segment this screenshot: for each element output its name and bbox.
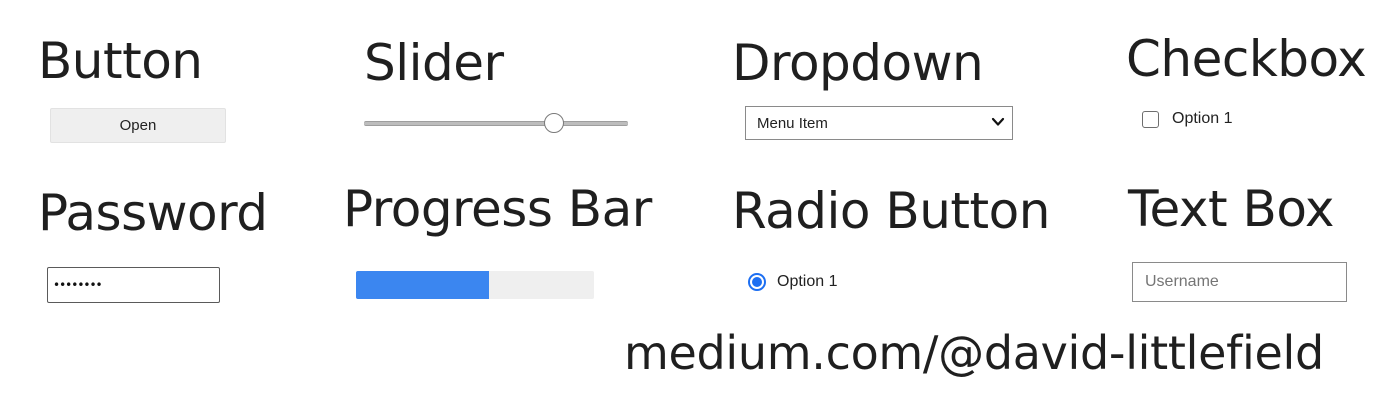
radio-button[interactable]: [748, 273, 766, 291]
radio-label: Option 1: [777, 273, 838, 290]
username-input[interactable]: Username: [1132, 262, 1347, 302]
checkbox-option[interactable]: Option 1: [1142, 110, 1232, 128]
heading-dropdown: Dropdown: [732, 34, 984, 92]
slider-thumb[interactable]: [544, 113, 565, 133]
heading-text-box: Text Box: [1128, 180, 1334, 238]
slider-track[interactable]: [364, 121, 628, 126]
watermark-url: medium.com/@david-littlefield: [624, 326, 1324, 380]
radio-selected-dot: [752, 277, 762, 287]
radio-option[interactable]: Option 1: [748, 273, 837, 291]
password-masked-value: ••••••••: [53, 278, 103, 292]
open-button[interactable]: Open: [50, 108, 226, 143]
heading-slider: Slider: [364, 34, 504, 92]
heading-button: Button: [38, 32, 203, 90]
heading-checkbox: Checkbox: [1126, 30, 1367, 88]
checkbox-label: Option 1: [1172, 110, 1233, 127]
checkbox-box[interactable]: [1142, 110, 1159, 128]
progress-bar: [356, 271, 594, 299]
password-field[interactable]: ••••••••: [47, 267, 220, 303]
dropdown-selected-value: Menu Item: [757, 114, 828, 132]
menu-dropdown[interactable]: Menu Item: [745, 106, 1013, 140]
heading-password: Password: [38, 184, 268, 242]
heading-radio-button: Radio Button: [732, 182, 1050, 240]
chevron-down-icon: [991, 117, 1005, 126]
username-placeholder: Username: [1145, 273, 1219, 290]
heading-progress-bar: Progress Bar: [343, 180, 652, 238]
progress-bar-fill: [356, 271, 490, 299]
